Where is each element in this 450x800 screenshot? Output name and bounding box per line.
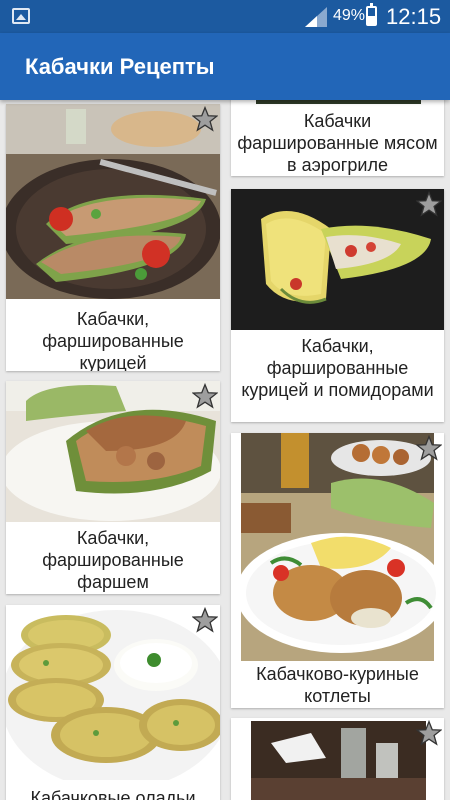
recipe-image <box>6 381 220 522</box>
favorite-star-icon[interactable] <box>416 435 442 461</box>
gallery-icon <box>12 8 30 24</box>
recipe-title: Кабачки фаршированные мясом в аэрогриле <box>237 111 438 175</box>
battery-icon <box>366 3 377 26</box>
favorite-star-icon[interactable] <box>192 607 218 633</box>
recipe-title: Кабачковые оладьи <box>30 788 196 800</box>
recipe-card[interactable]: Кабачковые оладьи <box>6 605 220 800</box>
recipe-card[interactable] <box>231 718 444 800</box>
recipe-feed[interactable]: Кабачки, фаршированные курицей Кабачки ф… <box>0 100 450 800</box>
app-bar: Кабачки Рецепты <box>0 33 450 100</box>
recipe-card[interactable]: Кабачки, фаршированные фаршем <box>6 381 220 594</box>
recipe-image <box>6 605 220 780</box>
battery-percent: 49% <box>333 7 366 24</box>
favorite-star-icon[interactable] <box>192 106 218 132</box>
recipe-image <box>231 718 444 800</box>
recipe-card[interactable]: Кабачки, фаршированные курицей и помидор… <box>231 189 444 422</box>
clock: 12:15 <box>386 4 442 29</box>
recipe-card[interactable]: Кабачки фаршированные мясом в аэрогриле <box>231 100 444 176</box>
recipe-title: Кабачково-куриные котлеты <box>256 664 419 706</box>
recipe-title: Кабачки, фаршированные курицей <box>42 309 184 371</box>
recipe-card[interactable]: Кабачково-куриные котлеты <box>231 433 444 708</box>
recipe-image <box>231 100 444 104</box>
recipe-title: Кабачки, фаршированные курицей и помидор… <box>241 336 434 400</box>
status-bar: 49% 12:15 <box>0 0 450 33</box>
recipe-image <box>231 433 444 661</box>
recipe-image <box>6 104 220 299</box>
app-title: Кабачки Рецепты <box>25 54 215 79</box>
signal-icon <box>305 7 327 27</box>
recipe-card[interactable]: Кабачки, фаршированные курицей <box>6 104 220 371</box>
recipe-image <box>231 189 444 330</box>
favorite-star-icon[interactable] <box>416 191 442 217</box>
favorite-star-icon[interactable] <box>192 383 218 409</box>
recipe-title: Кабачки, фаршированные фаршем <box>42 528 184 592</box>
favorite-star-icon[interactable] <box>416 720 442 746</box>
